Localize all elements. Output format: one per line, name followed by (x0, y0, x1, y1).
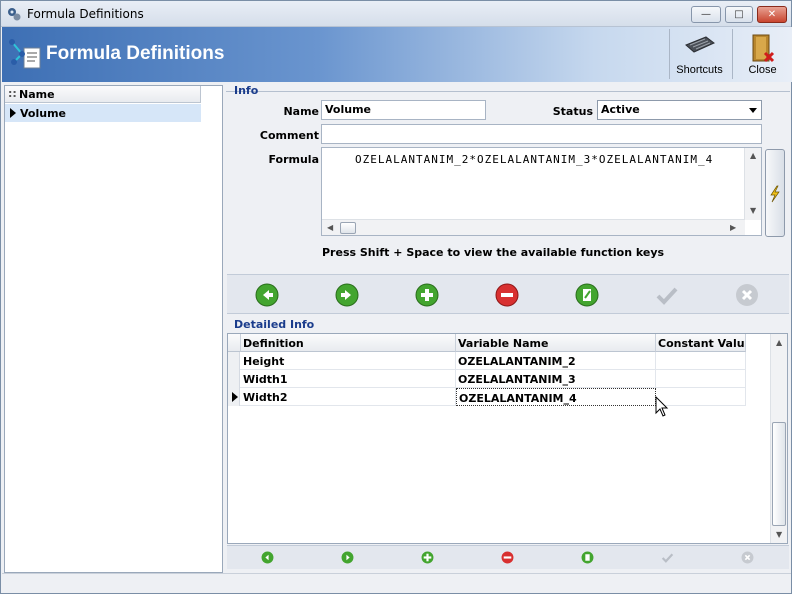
grid-toolbar (227, 545, 789, 569)
window-close-button[interactable]: ✕ (757, 6, 787, 23)
formula-logo-icon (9, 39, 41, 69)
function-keys-hint: Press Shift + Space to view the availabl… (322, 246, 665, 259)
delete-icon[interactable] (501, 551, 514, 564)
formula-horizontal-scrollbar[interactable]: ◀ ▶ (322, 219, 745, 235)
cell-definition[interactable]: Width2 (241, 388, 456, 406)
status-value: Active (601, 103, 640, 116)
cell-variable-name[interactable]: OZELALANTANIM_2 (456, 352, 656, 370)
cell-constant-value[interactable] (656, 352, 746, 370)
minimize-button[interactable]: — (691, 6, 721, 23)
cell-definition[interactable]: Width1 (241, 370, 456, 388)
row-pointer-icon (232, 392, 238, 402)
table-row[interactable]: Height OZELALANTANIM_2 (228, 352, 746, 370)
scroll-right-icon[interactable]: ▶ (730, 223, 736, 232)
formula-text: OZELALANTANIM_2*OZELALANTANIM_3*OZELALAN… (355, 153, 714, 166)
cancel-icon[interactable] (735, 283, 759, 307)
info-section-title: Info (234, 84, 259, 97)
list-item-label: Volume (20, 107, 66, 120)
variables-grid: Definition Variable Name Constant Value … (227, 333, 788, 544)
list-item[interactable]: Volume (5, 104, 201, 122)
row-selector[interactable] (228, 388, 240, 406)
cell-constant-value[interactable] (656, 388, 746, 406)
scroll-down-icon[interactable]: ▼ (750, 206, 756, 215)
next-icon[interactable] (335, 283, 359, 307)
status-select[interactable]: Active (597, 100, 762, 120)
grid-vertical-scrollbar[interactable]: ▲ ▼ (770, 334, 787, 543)
door-exit-icon (752, 34, 775, 63)
title-bar: Formula Definitions — □ ✕ (1, 1, 791, 27)
cell-definition[interactable]: Height (241, 352, 456, 370)
maximize-button[interactable]: □ (725, 6, 753, 23)
formula-definitions-window: Formula Definitions — □ ✕ Formula Defini… (0, 0, 792, 594)
detailed-info-section-title: Detailed Info (234, 318, 315, 331)
add-icon[interactable] (421, 551, 434, 564)
window-title: Formula Definitions (27, 7, 144, 21)
row-selector[interactable] (228, 352, 240, 370)
edit-icon[interactable] (581, 551, 594, 564)
chevron-down-icon (749, 108, 757, 113)
mouse-cursor-icon (655, 396, 669, 417)
row-pointer-icon (10, 108, 16, 118)
cancel-icon[interactable] (741, 551, 754, 564)
app-icon (8, 8, 21, 21)
horizontal-scroll-thumb[interactable] (340, 222, 356, 234)
prev-icon[interactable] (255, 283, 279, 307)
formula-vertical-scrollbar[interactable]: ▲ ▼ (744, 148, 761, 220)
name-input[interactable]: Volume (321, 100, 486, 120)
shortcuts-label: Shortcuts (676, 64, 723, 76)
grid-corner (228, 334, 241, 352)
row-selector[interactable] (228, 370, 240, 388)
comment-input[interactable] (321, 124, 762, 144)
prev-icon[interactable] (261, 551, 274, 564)
status-label: Status (552, 105, 593, 118)
scroll-down-icon[interactable]: ▼ (776, 530, 782, 539)
formula-label: Formula (268, 153, 319, 166)
function-keys-button[interactable] (765, 149, 785, 237)
scroll-left-icon[interactable]: ◀ (327, 223, 333, 232)
name-label: Name (283, 105, 319, 118)
keyboard-icon (685, 36, 715, 53)
column-header-variable-name[interactable]: Variable Name (456, 334, 656, 352)
record-toolbar (227, 274, 789, 314)
formula-editor[interactable]: OZELALANTANIM_2*OZELALANTANIM_3*OZELALAN… (321, 147, 762, 236)
save-icon[interactable] (661, 551, 674, 564)
scroll-up-icon[interactable]: ▲ (776, 338, 782, 347)
edit-icon[interactable] (575, 283, 599, 307)
cell-variable-name-focused[interactable]: OZELALANTANIM_4 (456, 388, 656, 406)
delete-icon[interactable] (495, 283, 519, 307)
table-row[interactable]: Width1 OZELALANTANIM_3 (228, 370, 746, 388)
grid-grip-icon: :: (8, 87, 17, 100)
status-bar (2, 573, 791, 593)
comment-label: Comment (259, 129, 319, 142)
close-label: Close (748, 64, 777, 76)
vertical-scroll-thumb[interactable] (772, 422, 786, 526)
next-icon[interactable] (341, 551, 354, 564)
cell-constant-value[interactable] (656, 370, 746, 388)
close-button[interactable]: Close (732, 29, 792, 79)
save-icon[interactable] (655, 283, 679, 307)
add-icon[interactable] (415, 283, 439, 307)
banner: Formula Definitions Shortcuts Close (2, 27, 792, 82)
lightning-icon (770, 185, 780, 203)
column-header-constant-value[interactable]: Constant Value (656, 334, 746, 352)
scroll-up-icon[interactable]: ▲ (750, 151, 756, 160)
column-header-definition[interactable]: Definition (241, 334, 456, 352)
banner-title: Formula Definitions (46, 43, 225, 64)
list-header-name[interactable]: :: Name (5, 86, 201, 103)
formula-list: :: Name Volume (4, 85, 223, 573)
cell-variable-name[interactable]: OZELALANTANIM_3 (456, 370, 656, 388)
shortcuts-button[interactable]: Shortcuts (669, 29, 729, 79)
